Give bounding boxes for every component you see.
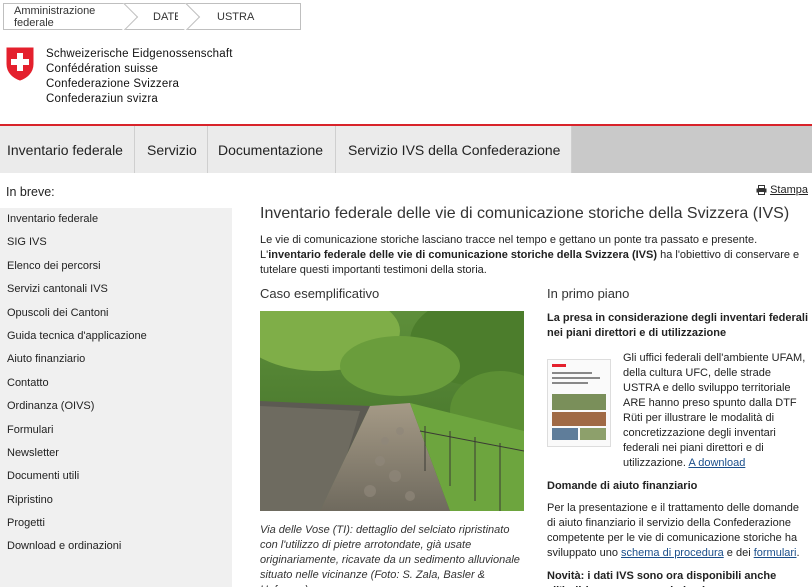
breadcrumb-item[interactable]: DATEC (135, 4, 197, 29)
sidebar-item-ordinanza[interactable]: Ordinanza (OIVS) (0, 395, 232, 418)
download-link[interactable]: A download (688, 457, 745, 469)
example-heading: Caso esemplificativo (260, 286, 380, 301)
print-link[interactable]: Stampa (756, 184, 808, 196)
sidebar-item-contatto[interactable]: Contatto (0, 372, 232, 395)
sidebar-item-servizi-cantonali[interactable]: Servizi cantonali IVS (0, 278, 232, 301)
nav-servizio-ivs[interactable]: Servizio IVS della Confederazione (336, 126, 572, 173)
sidebar-item-elenco-percorsi[interactable]: Elenco dei percorsi (0, 255, 232, 278)
nav-servizio[interactable]: Servizio (135, 126, 208, 173)
breadcrumb-item[interactable]: Amministrazione federale (4, 4, 135, 29)
sidebar: Inventario federale SIG IVS Elenco dei p… (0, 208, 232, 587)
sidebar-item-inventario-federale[interactable]: Inventario federale (0, 208, 232, 231)
sidebar-item-sig-ivs[interactable]: SIG IVS (0, 231, 232, 254)
sidebar-item-opuscoli[interactable]: Opuscoli dei Cantoni (0, 302, 232, 325)
news3-title: Novità: i dati IVS sono ora disponibili … (547, 570, 777, 587)
printer-icon (756, 185, 767, 195)
nav-filler (572, 126, 812, 173)
logo-line: Confederaziun svizra (46, 93, 159, 105)
sidebar-item-aiuto-finanziario[interactable]: Aiuto finanziario (0, 348, 232, 371)
document-thumbnail[interactable] (547, 359, 611, 447)
focus-column: In primo piano La presa in considerazion… (547, 286, 810, 587)
nav-documentazione[interactable]: Documentazione (208, 126, 336, 173)
sidebar-item-guida-tecnica[interactable]: Guida tecnica d'applicazione (0, 325, 232, 348)
example-column: Caso esemplificativo Via delle Vose (TI)… (260, 286, 525, 587)
sidebar-item-ripristino[interactable]: Ripristino (0, 489, 232, 512)
news2-text-b: e dei (723, 547, 754, 559)
sidebar-item-download[interactable]: Download e ordinazioni (0, 535, 232, 558)
news1-text-body: Gli uffici federali dell'ambiente UFAM, … (623, 352, 806, 469)
news2-text: Per la presentazione e il trattamento de… (547, 501, 810, 561)
news1-title: La presa in considerazione degli inventa… (547, 312, 809, 339)
print-label: Stampa (770, 184, 808, 196)
procedure-schema-link[interactable]: schema di procedura (621, 547, 724, 559)
news2-text-c: . (796, 547, 800, 559)
focus-heading: In primo piano (547, 286, 630, 301)
sidebar-item-progetti[interactable]: Progetti (0, 512, 232, 535)
logo-line: Schweizerische Eidgenossenschaft (46, 48, 233, 60)
logo-line: Confederazione Svizzera (46, 78, 180, 90)
sidebar-item-formulari[interactable]: Formulari (0, 419, 232, 442)
example-photo[interactable] (260, 311, 524, 511)
photo-caption: Via delle Vose (TI): dettaglio del selci… (260, 524, 520, 587)
breadcrumb: Amministrazione federale DATEC USTRA (3, 3, 301, 30)
sidebar-heading: In breve: (6, 185, 55, 199)
breadcrumb-label: USTRA (217, 10, 255, 23)
news1-body: Gli uffici federali dell'ambiente UFAM, … (547, 351, 810, 471)
page-title: Inventario federale delle vie di comunic… (260, 205, 790, 222)
news2-title: Domande di aiuto finanziario (547, 480, 698, 492)
logo-line: Confédération suisse (46, 63, 159, 75)
news1-text: Gli uffici federali dell'ambiente UFAM, … (623, 351, 810, 471)
swiss-shield-icon (6, 47, 34, 81)
logo-text: Schweizerische Eidgenossenschaft Confédé… (46, 47, 233, 107)
forms-link[interactable]: formulari (754, 547, 797, 559)
sidebar-item-documenti-utili[interactable]: Documenti utili (0, 465, 232, 488)
sidebar-item-newsletter[interactable]: Newsletter (0, 442, 232, 465)
nav-inventario-federale[interactable]: Inventario federale (0, 126, 135, 173)
intro-text: Le vie di comunicazione storiche lascian… (260, 233, 808, 278)
breadcrumb-item[interactable]: USTRA (197, 4, 254, 29)
main-nav: Inventario federale Servizio Documentazi… (0, 126, 812, 173)
federal-logo[interactable]: Schweizerische Eidgenossenschaft Confédé… (6, 47, 233, 107)
intro-bold: inventario federale delle vie di comunic… (268, 249, 658, 261)
